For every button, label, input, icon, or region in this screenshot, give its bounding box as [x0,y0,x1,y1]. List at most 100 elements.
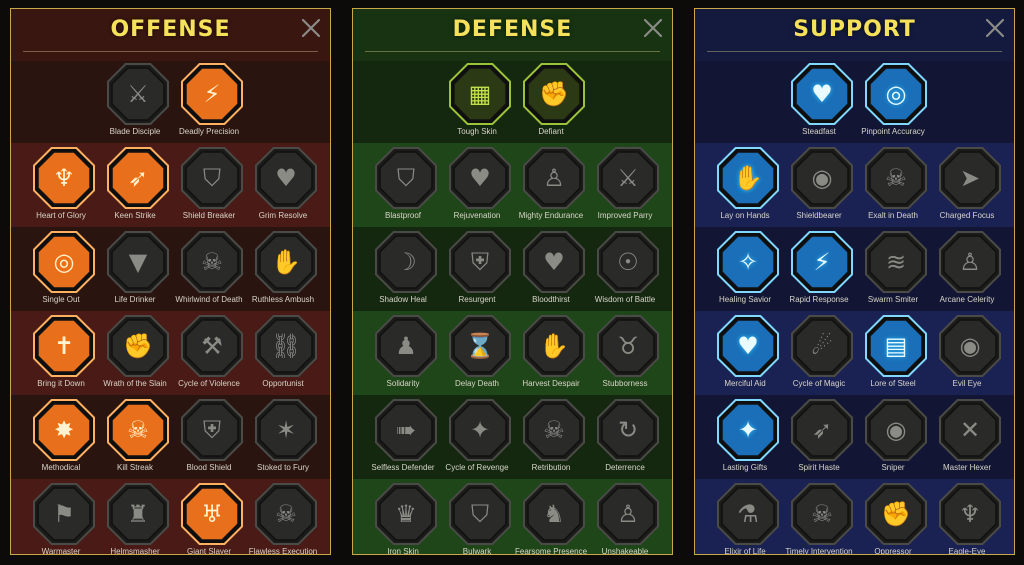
talent-rapid-response[interactable]: ⚡ Rapid Response [783,229,855,309]
talent-blood-shield[interactable]: ⛨ Blood Shield [173,397,245,477]
talent-kill-streak[interactable]: ☠ Kill Streak [99,397,171,477]
talent-defiant[interactable]: ✊ Defiant [515,61,587,141]
chevron-shield-icon: ⛉ [397,164,415,192]
talent-charged-focus[interactable]: ➤ Charged Focus [931,145,1003,225]
header-divider [707,51,1002,52]
talent-cycle-of-violence[interactable]: ⚒ Cycle of Violence [173,313,245,393]
header-divider [365,51,660,52]
dark-hand-icon: ✋ [539,332,569,360]
sword-shield-icon: ⛨ [471,248,489,276]
eagle-icon: ♆ [959,500,981,528]
talent-rejuvenation[interactable]: ♥ Rejuvenation [441,145,513,225]
flaming-skull-icon: ☠ [885,164,907,192]
bloody-shield-icon: ⛨ [203,416,221,444]
talent-heart-of-glory[interactable]: ♆ Heart of Glory [25,145,97,225]
talent-helmsmasher[interactable]: ♜ Helmsmasher [99,481,171,554]
talent-exalt-in-death[interactable]: ☠ Exalt in Death [857,145,929,225]
talent-resurgent[interactable]: ⛨ Resurgent [441,229,513,309]
talent-lore-of-steel[interactable]: ▤ Lore of Steel [857,313,929,393]
evil-eyes-icon: ◉ [959,332,981,360]
talent-label: Stubborness [602,379,648,388]
talent-timely-intervention[interactable]: ☠ Timely Intervention [783,481,855,554]
talent-wisdom-of-battle[interactable]: ☉ Wisdom of Battle [589,229,661,309]
armored-figure-icon: ♛ [395,500,417,528]
talent-fearsome-presence[interactable]: ♞ Fearsome Presence [515,481,587,554]
talent-deterrence[interactable]: ↻ Deterrence [589,397,661,477]
talent-oppressor[interactable]: ✊ Oppressor [857,481,929,554]
praying-hands-icon: ✋ [733,164,763,192]
talent-shieldbearer[interactable]: ◉ Shieldbearer [783,145,855,225]
support-title: SUPPORT [793,17,916,42]
talent-warmaster[interactable]: ⚑ Warmaster [25,481,97,554]
potion-icon: ⚗ [737,500,759,528]
talent-evil-eye[interactable]: ◉ Evil Eye [931,313,1003,393]
spiked-skull-icon: ☠ [543,416,565,444]
talent-retribution[interactable]: ☠ Retribution [515,397,587,477]
talent-selfless-defender[interactable]: ➠ Selfless Defender [367,397,439,477]
talent-single-out[interactable]: ◎ Single Out [25,229,97,309]
talent-shield-breaker[interactable]: ⛉ Shield Breaker [173,145,245,225]
talent-elixir-of-life[interactable]: ⚗ Elixir of Life [709,481,781,554]
talent-keen-strike[interactable]: ➶ Keen Strike [99,145,171,225]
talent-tough-skin[interactable]: ▦ Tough Skin [441,61,513,141]
halo-figure-icon: ☉ [617,248,639,276]
talent-merciful-aid[interactable]: ♥ Merciful Aid [709,313,781,393]
talent-label: Evil Eye [952,379,982,388]
close-icon[interactable] [642,17,664,39]
talent-flawless-execution[interactable]: ☠ Flawless Execution [247,481,319,554]
talent-spirit-haste[interactable]: ➶ Spirit Haste [783,397,855,477]
talent-grim-resolve[interactable]: ♥ Grim Resolve [247,145,319,225]
talent-solidarity[interactable]: ♟ Solidarity [367,313,439,393]
talent-life-drinker[interactable]: ▼ Life Drinker [99,229,171,309]
talent-healing-savior[interactable]: ✧ Healing Savior [709,229,781,309]
arrow-burst-icon: ✸ [53,416,75,444]
talent-ruthless-ambush[interactable]: ✋ Ruthless Ambush [247,229,319,309]
talent-delay-death[interactable]: ⌛ Delay Death [441,313,513,393]
talent-deadly-precision[interactable]: ⚡ Deadly Precision [173,61,245,141]
talent-stoked-to-fury[interactable]: ✶ Stoked to Fury [247,397,319,477]
skull-whirl-icon: ☠ [201,248,223,276]
talent-giant-slayer[interactable]: ♅ Giant Slayer [173,481,245,554]
talent-bulwark[interactable]: ⛉ Bulwark [441,481,513,554]
talent-cycle-of-magic[interactable]: ☄ Cycle of Magic [783,313,855,393]
talent-methodical[interactable]: ✸ Methodical [25,397,97,477]
fist-slam-icon: ✊ [881,500,911,528]
comet-icon: ☄ [811,332,833,360]
offense-panel: OFFENSE ⚔ Blade Disciple ⚡ Deadly Precision ♆… [10,8,331,555]
talent-iron-skin[interactable]: ♛ Iron Skin [367,481,439,554]
talent-lasting-gifts[interactable]: ✦ Lasting Gifts [709,397,781,477]
talent-unshakeable[interactable]: ♙ Unshakeable [589,481,661,554]
support-panel: SUPPORT ♥ Steadfast ◎ Pinpoint Accuracy ✋ Lay … [694,8,1015,555]
talent-label: Pinpoint Accuracy [861,127,925,136]
support-header: SUPPORT [695,9,1014,61]
talent-opportunist[interactable]: ⛓ Opportunist [247,313,319,393]
talent-shadow-heal[interactable]: ☽ Shadow Heal [367,229,439,309]
helmet-icon: ♜ [127,500,149,528]
fanged-maw-icon: ▼ [128,248,148,276]
talent-lay-on-hands[interactable]: ✋ Lay on Hands [709,145,781,225]
hourglass-icon: ⌛ [465,332,495,360]
talent-sniper[interactable]: ◉ Sniper [857,397,929,477]
talent-stubborness[interactable]: ♉ Stubborness [589,313,661,393]
talent-blade-disciple[interactable]: ⚔ Blade Disciple [99,61,171,141]
talent-harvest-despair[interactable]: ✋ Harvest Despair [515,313,587,393]
talent-label: Arcane Celerity [939,295,995,304]
talent-arcane-celerity[interactable]: ♙ Arcane Celerity [931,229,1003,309]
talent-label: Defiant [538,127,564,136]
close-icon[interactable] [984,17,1006,39]
talent-wrath-of-the-slain[interactable]: ✊ Wrath of the Slain [99,313,171,393]
heart-hand-icon: ♥ [469,164,491,192]
close-icon[interactable] [300,17,322,39]
talent-cycle-of-revenge[interactable]: ✦ Cycle of Revenge [441,397,513,477]
talent-steadfast[interactable]: ♥ Steadfast [783,61,855,141]
talent-bring-it-down[interactable]: ✝ Bring it Down [25,313,97,393]
talent-improved-parry[interactable]: ⚔ Improved Parry [589,145,661,225]
talent-bloodthirst[interactable]: ♥ Bloodthirst [515,229,587,309]
talent-mighty-endurance[interactable]: ♙ Mighty Endurance [515,145,587,225]
talent-pinpoint-accuracy[interactable]: ◎ Pinpoint Accuracy [857,61,929,141]
talent-whirlwind-of-death[interactable]: ☠ Whirlwind of Death [173,229,245,309]
talent-blastproof[interactable]: ⛉ Blastproof [367,145,439,225]
talent-swarm-smiter[interactable]: ≋ Swarm Smiter [857,229,929,309]
talent-eagle-eye[interactable]: ♆ Eagle-Eye [931,481,1003,554]
talent-master-hexer[interactable]: ✕ Master Hexer [931,397,1003,477]
